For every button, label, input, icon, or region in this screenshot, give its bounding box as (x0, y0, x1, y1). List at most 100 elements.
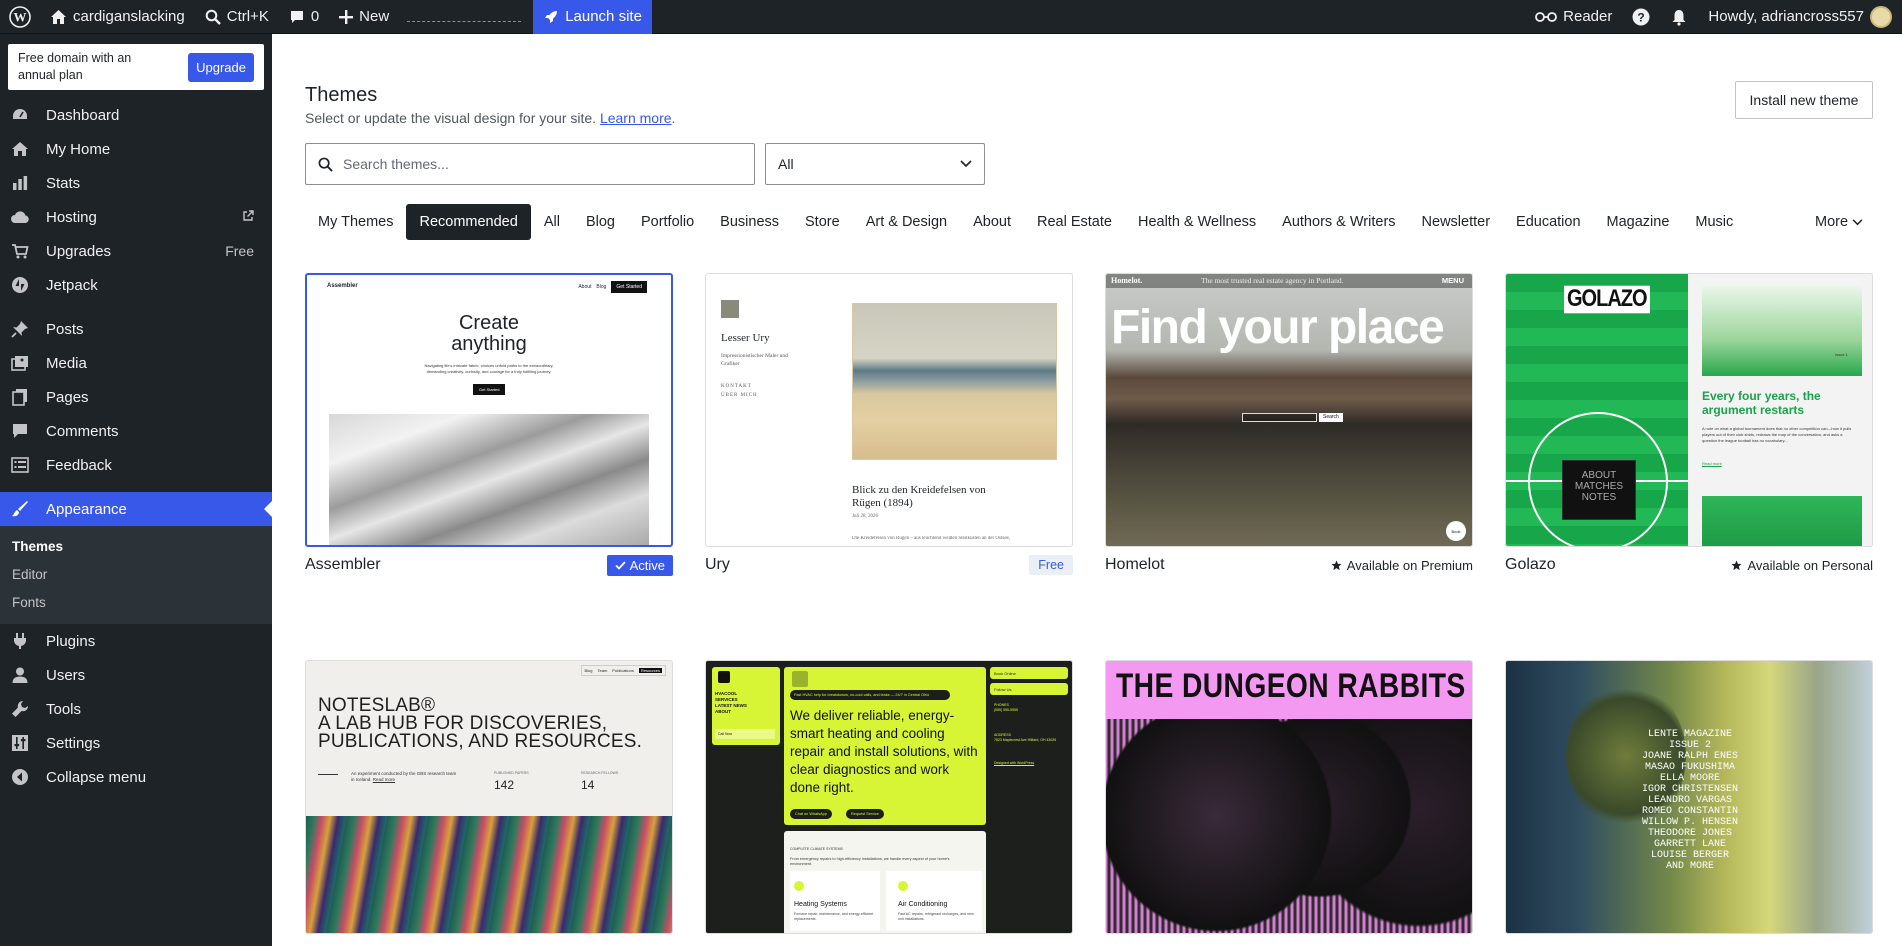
notifications-button[interactable] (1660, 0, 1698, 34)
tab-store[interactable]: Store (792, 204, 853, 240)
tab-art-design[interactable]: Art & Design (853, 204, 960, 240)
theme-card-heating[interactable]: HVACOOL SERVICES LATEST NEWS ABOUT Call … (705, 660, 1073, 934)
pushpin-icon (10, 319, 30, 339)
comments-link[interactable]: 0 (279, 0, 329, 34)
sidebar-item-my-home[interactable]: My Home (0, 132, 272, 166)
reader-link[interactable]: Reader (1525, 0, 1622, 34)
tab-portfolio[interactable]: Portfolio (628, 204, 707, 240)
sidebar-item-pages[interactable]: Pages (0, 380, 272, 414)
tab-all[interactable]: All (531, 204, 573, 240)
plus-icon (339, 9, 354, 24)
theme-preview-noteslab[interactable]: Blog Team Publications Resources NOTESLA… (305, 660, 673, 934)
sidebar-item-upgrades[interactable]: Upgrades Free (0, 234, 272, 268)
cart-icon (10, 241, 30, 261)
theme-preview-dungeon-rabbits[interactable]: THE DUNGEON RABBITS (1105, 660, 1473, 934)
tab-real-estate[interactable]: Real Estate (1024, 204, 1125, 240)
sidebar-item-settings[interactable]: Settings (0, 726, 272, 760)
sidebar-item-plugins[interactable]: Plugins (0, 624, 272, 658)
tab-recommended[interactable]: Recommended (406, 204, 531, 240)
install-new-theme-button[interactable]: Install new theme (1735, 81, 1873, 119)
comment-bubble-icon (10, 421, 30, 441)
theme-preview-homelot[interactable]: Homelot. The most trusted real estate ag… (1105, 273, 1473, 547)
search-input[interactable] (343, 156, 723, 172)
theme-name: Homelot (1105, 556, 1165, 573)
sidebar-item-feedback[interactable]: Feedback (0, 448, 272, 482)
greeting: Howdy, adriancross557 (1708, 8, 1864, 25)
upgrade-button[interactable]: Upgrade (188, 52, 254, 82)
premium-availability: Available on Premium (1331, 558, 1473, 573)
theme-card-assembler[interactable]: Assembler About Blog Get Started Create … (305, 273, 673, 583)
sidebar-item-hosting[interactable]: Hosting (0, 200, 272, 234)
sidebar-subitem-fonts[interactable]: Fonts (0, 588, 272, 616)
tab-health-wellness[interactable]: Health & Wellness (1125, 204, 1269, 240)
chevron-down-icon (1852, 218, 1863, 225)
category-tabs: My Themes Recommended All Blog Portfolio… (305, 203, 1746, 241)
launch-site-button[interactable]: Launch site (533, 0, 652, 34)
wordpress-logo-icon[interactable]: W (0, 0, 40, 34)
theme-name: Golazo (1505, 556, 1556, 573)
tab-magazine[interactable]: Magazine (1594, 204, 1683, 240)
sidebar-item-media[interactable]: Media (0, 346, 272, 380)
sidebar-item-comments[interactable]: Comments (0, 414, 272, 448)
free-badge: Free (1029, 555, 1073, 575)
theme-card-dungeon-rabbits[interactable]: THE DUNGEON RABBITS (1105, 660, 1473, 934)
sidebar-item-jetpack[interactable]: Jetpack (0, 268, 272, 302)
theme-card-lente[interactable]: LENTE MAGAZINE ISSUE 2 JOANE RALPH ENES … (1505, 660, 1873, 934)
bell-icon (1672, 9, 1686, 26)
tab-music[interactable]: Music (1682, 204, 1746, 240)
search-shortcut[interactable]: Ctrl+K (195, 0, 279, 34)
cloud-icon (10, 207, 30, 227)
tab-blog[interactable]: Blog (573, 204, 628, 240)
tab-education[interactable]: Education (1503, 204, 1594, 240)
sidebar-item-dashboard[interactable]: Dashboard (0, 98, 272, 132)
site-name-link[interactable]: cardiganslacking (40, 0, 195, 34)
tab-business[interactable]: Business (707, 204, 792, 240)
theme-preview-heating[interactable]: HVACOOL SERVICES LATEST NEWS ABOUT Call … (705, 660, 1073, 934)
tier-filter-select[interactable]: All (765, 143, 985, 185)
chevron-down-icon (960, 160, 972, 168)
collapse-arrow-icon (10, 767, 30, 787)
theme-card-noteslab[interactable]: Blog Team Publications Resources NOTESLA… (305, 660, 673, 934)
theme-preview-ury[interactable]: Lesser Ury Impressionistischer Maler und… (705, 273, 1073, 547)
admin-bar: W cardiganslacking Ctrl+K 0 New Launch s… (0, 0, 1902, 34)
upgrade-promo: Free domain with an annual plan Upgrade (8, 44, 264, 90)
admin-bar-input-placeholder[interactable] (399, 0, 529, 34)
site-name: cardiganslacking (73, 8, 185, 25)
account-menu[interactable]: Howdy, adriancross557 (1698, 0, 1902, 34)
active-badge: Active (606, 554, 673, 576)
sidebar-item-appearance[interactable]: Appearance (0, 492, 272, 526)
plug-icon (10, 631, 30, 651)
new-content-menu[interactable]: New (329, 0, 399, 34)
theme-card-golazo[interactable]: ABOUT MATCHES NOTES GOLAZO Issue 1 Every… (1505, 273, 1873, 583)
learn-more-link[interactable]: Learn more (600, 110, 672, 126)
portrait-thumbnail (721, 300, 739, 318)
sidebar-item-stats[interactable]: Stats (0, 166, 272, 200)
home-icon (10, 139, 30, 159)
paintbrush-icon (10, 499, 30, 519)
theme-card-ury[interactable]: Lesser Ury Impressionistischer Maler und… (705, 273, 1073, 583)
search-icon (205, 9, 221, 25)
tab-authors-writers[interactable]: Authors & Writers (1269, 204, 1408, 240)
avatar (1870, 5, 1892, 28)
sidebar-subitem-editor[interactable]: Editor (0, 560, 272, 588)
theme-preview-golazo[interactable]: ABOUT MATCHES NOTES GOLAZO Issue 1 Every… (1505, 273, 1873, 547)
theme-preview-assembler[interactable]: Assembler About Blog Get Started Create … (305, 273, 673, 547)
theme-card-homelot[interactable]: Homelot. The most trusted real estate ag… (1105, 273, 1473, 583)
help-icon: ? (1632, 8, 1650, 25)
tab-about[interactable]: About (960, 204, 1024, 240)
sidebar-item-users[interactable]: Users (0, 658, 272, 692)
sidebar-subitem-themes[interactable]: Themes (0, 532, 272, 560)
sidebar-item-tools[interactable]: Tools (0, 692, 272, 726)
main-content: Themes Select or update the visual desig… (272, 34, 1902, 946)
admin-sidebar: Free domain with an annual plan Upgrade … (0, 34, 272, 946)
theme-search-box[interactable] (305, 143, 755, 185)
tabs-more-button[interactable]: More (1815, 203, 1863, 241)
sidebar-item-collapse-menu[interactable]: Collapse menu (0, 760, 272, 794)
sidebar-item-posts[interactable]: Posts (0, 312, 272, 346)
page-title: Themes (305, 84, 378, 106)
tier-filter-value: All (778, 156, 794, 172)
theme-preview-lente[interactable]: LENTE MAGAZINE ISSUE 2 JOANE RALPH ENES … (1505, 660, 1873, 934)
tab-my-themes[interactable]: My Themes (305, 204, 406, 240)
help-button[interactable]: ? (1622, 0, 1660, 34)
tab-newsletter[interactable]: Newsletter (1409, 204, 1504, 240)
